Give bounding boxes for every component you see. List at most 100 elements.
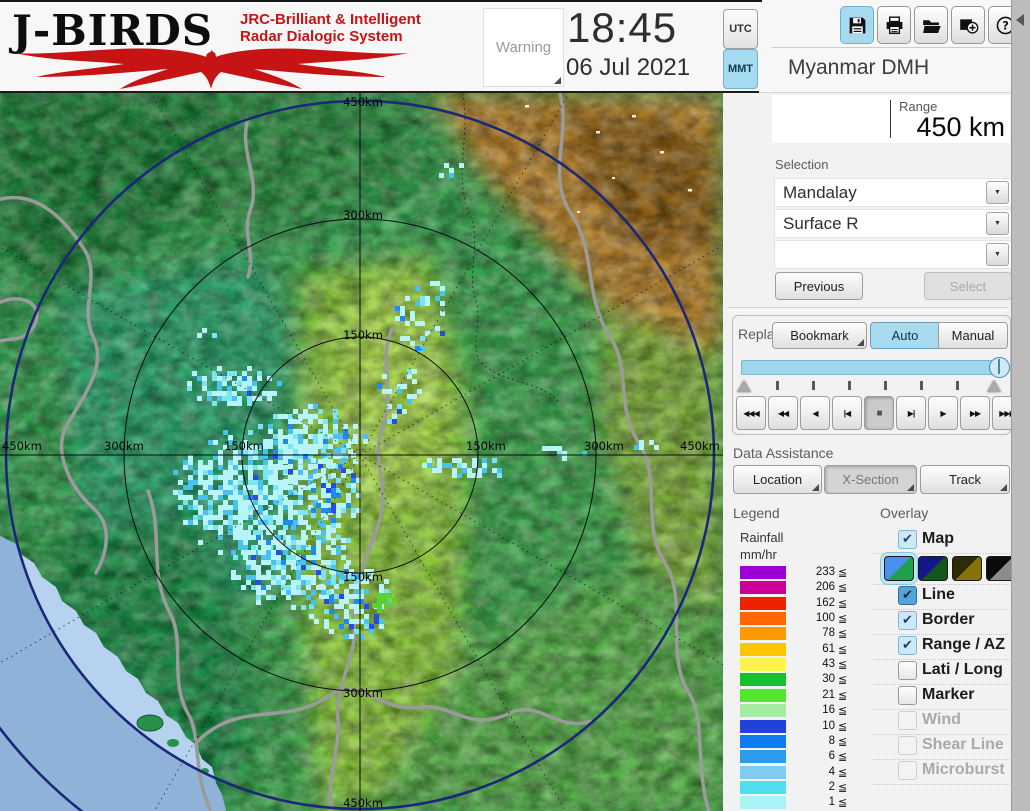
range-ring-label: 150km — [466, 439, 506, 453]
unchecked-checkbox[interactable] — [898, 686, 917, 705]
mmt-button[interactable]: MMT — [723, 49, 758, 89]
save-button[interactable] — [840, 6, 874, 44]
jump-to-start-button[interactable]: ◀◀◀ — [736, 396, 766, 430]
product-dropdown[interactable]: Surface R ▼ — [774, 209, 1012, 238]
utc-button[interactable]: UTC — [723, 9, 758, 49]
radar-map[interactable]: 450km300km150km150km300km450km 450km300k… — [0, 93, 723, 811]
checked-checkbox[interactable]: ✔ — [898, 611, 917, 630]
replay-timeline-handle[interactable] — [989, 357, 1010, 378]
legend-value: 8 — [792, 735, 835, 747]
bookmark-button[interactable]: Bookmark — [772, 322, 867, 349]
legend-entry: 100 ≦ — [740, 612, 860, 626]
replay-timeline-track[interactable] — [741, 360, 999, 375]
manual-mode-button[interactable]: Manual — [938, 322, 1008, 349]
legend-lte-symbol: ≦ — [838, 627, 847, 640]
island — [167, 739, 179, 747]
legend-lte-symbol: ≦ — [838, 581, 847, 594]
legend-color-swatch — [740, 689, 786, 702]
checked-checkbox[interactable]: ✔ — [898, 636, 917, 655]
open-file-button[interactable] — [914, 6, 948, 44]
overlay-item-lati-long[interactable]: Lati / Long — [873, 660, 1012, 685]
product-dropdown-arrow-icon[interactable]: ▼ — [986, 212, 1009, 235]
print-button[interactable] — [877, 6, 911, 44]
timeline-start-marker-icon[interactable] — [737, 380, 751, 392]
fast-rewind-button[interactable]: ◀◀ — [768, 396, 798, 430]
fast-forward-button[interactable]: ▶▶ — [960, 396, 990, 430]
auto-mode-button[interactable]: Auto — [870, 322, 940, 349]
legend-value: 100 — [792, 612, 835, 624]
capture-button[interactable] — [951, 6, 985, 44]
timeline-end-marker-icon[interactable] — [987, 380, 1001, 392]
unchecked-checkbox[interactable] — [898, 661, 917, 680]
legend-value: 206 — [792, 581, 835, 593]
legend-title: Legend — [733, 505, 780, 521]
play-button[interactable]: ▶ — [928, 396, 958, 430]
overlay-item-border[interactable]: ✔Border — [873, 610, 1012, 635]
stop-button[interactable]: ■ — [864, 396, 894, 430]
legend-value: 21 — [792, 689, 835, 701]
overlay-item-wind[interactable]: Wind — [873, 710, 1012, 735]
overlay-item-microburst[interactable]: Microburst — [873, 760, 1012, 785]
legend-lte-symbol: ≦ — [838, 566, 847, 579]
legend-lte-symbol: ≦ — [838, 704, 847, 717]
overlay-item-range-az[interactable]: ✔Range / AZ — [873, 635, 1012, 660]
svg-text:?: ? — [1002, 18, 1009, 32]
legend-value: 30 — [792, 673, 835, 685]
range-ring-label: 450km — [343, 796, 383, 810]
warning-button[interactable]: Warning — [483, 8, 564, 87]
site-dropdown-arrow-icon[interactable]: ▼ — [986, 181, 1009, 204]
print-icon — [884, 15, 905, 36]
playback-controls: ◀◀◀◀◀◀|◀■▶|▶▶▶▶▶▶ — [736, 396, 1022, 430]
station-divider — [772, 47, 1010, 48]
option-dropdown[interactable]: ▼ — [774, 240, 1012, 269]
timeline-tick — [956, 381, 959, 390]
x-section-button[interactable]: X-Section — [824, 465, 917, 494]
unchecked-checkbox — [898, 761, 917, 780]
play-reverse-button[interactable]: ◀ — [800, 396, 830, 430]
open-folder-icon — [921, 15, 942, 36]
legend-value: 10 — [792, 720, 835, 732]
step-back-button[interactable]: |◀ — [832, 396, 862, 430]
option-dropdown-arrow-icon[interactable]: ▼ — [986, 243, 1009, 266]
panel-collapse-strip[interactable] — [1011, 0, 1030, 811]
map-style-navy-button[interactable] — [918, 556, 948, 581]
app-logo: J-BIRDS JRC-Brilliant & Intelligent Rada… — [8, 4, 418, 90]
legend-entry: 2 ≦ — [740, 781, 860, 795]
legend-color-swatch — [740, 796, 786, 809]
legend-entry: 61 ≦ — [740, 643, 860, 657]
site-dropdown[interactable]: Mandalay ▼ — [774, 178, 1012, 207]
checked-checkbox[interactable]: ✔ — [898, 586, 917, 605]
step-forward-button[interactable]: ▶| — [896, 396, 926, 430]
legend-color-swatch — [740, 643, 786, 656]
range-ring-label: 300km — [343, 208, 383, 222]
range-ring-label: 450km — [680, 439, 720, 453]
overlay-item-shear-line[interactable]: Shear Line — [873, 735, 1012, 760]
map-style-color-button[interactable] — [884, 556, 914, 581]
map-style-olive-button[interactable] — [952, 556, 982, 581]
timeline-tick — [884, 381, 887, 390]
track-button[interactable]: Track — [920, 465, 1010, 494]
legend-color-swatch — [740, 750, 786, 763]
legend-lte-symbol: ≦ — [838, 766, 847, 779]
select-button[interactable]: Select — [924, 272, 1012, 300]
legend-value: 61 — [792, 643, 835, 655]
legend-color-swatch — [740, 597, 786, 610]
header-bar: J-BIRDS JRC-Brilliant & Intelligent Rada… — [0, 0, 1030, 93]
overlay-item-marker[interactable]: Marker — [873, 685, 1012, 710]
checked-checkbox[interactable]: ✔ — [898, 530, 917, 549]
clock-date: 06 Jul 2021 — [566, 54, 690, 82]
range-divider — [890, 100, 891, 138]
overlay-item-label: Map — [922, 530, 954, 548]
legend-entry: 206 ≦ — [740, 581, 860, 595]
legend-color-swatch — [740, 658, 786, 671]
location-button[interactable]: Location — [733, 465, 822, 494]
overlay-item-line[interactable]: ✔Line — [873, 585, 1012, 610]
legend-color-swatch — [740, 581, 786, 594]
overlay-item-map[interactable]: ✔ Map — [873, 529, 1012, 554]
legend-lte-symbol: ≦ — [838, 612, 847, 625]
legend-value: 1 — [792, 796, 835, 808]
legend-lte-symbol: ≦ — [838, 689, 847, 702]
legend-entry: 43 ≦ — [740, 658, 860, 672]
previous-button[interactable]: Previous — [775, 272, 863, 300]
legend-lte-symbol: ≦ — [838, 781, 847, 794]
